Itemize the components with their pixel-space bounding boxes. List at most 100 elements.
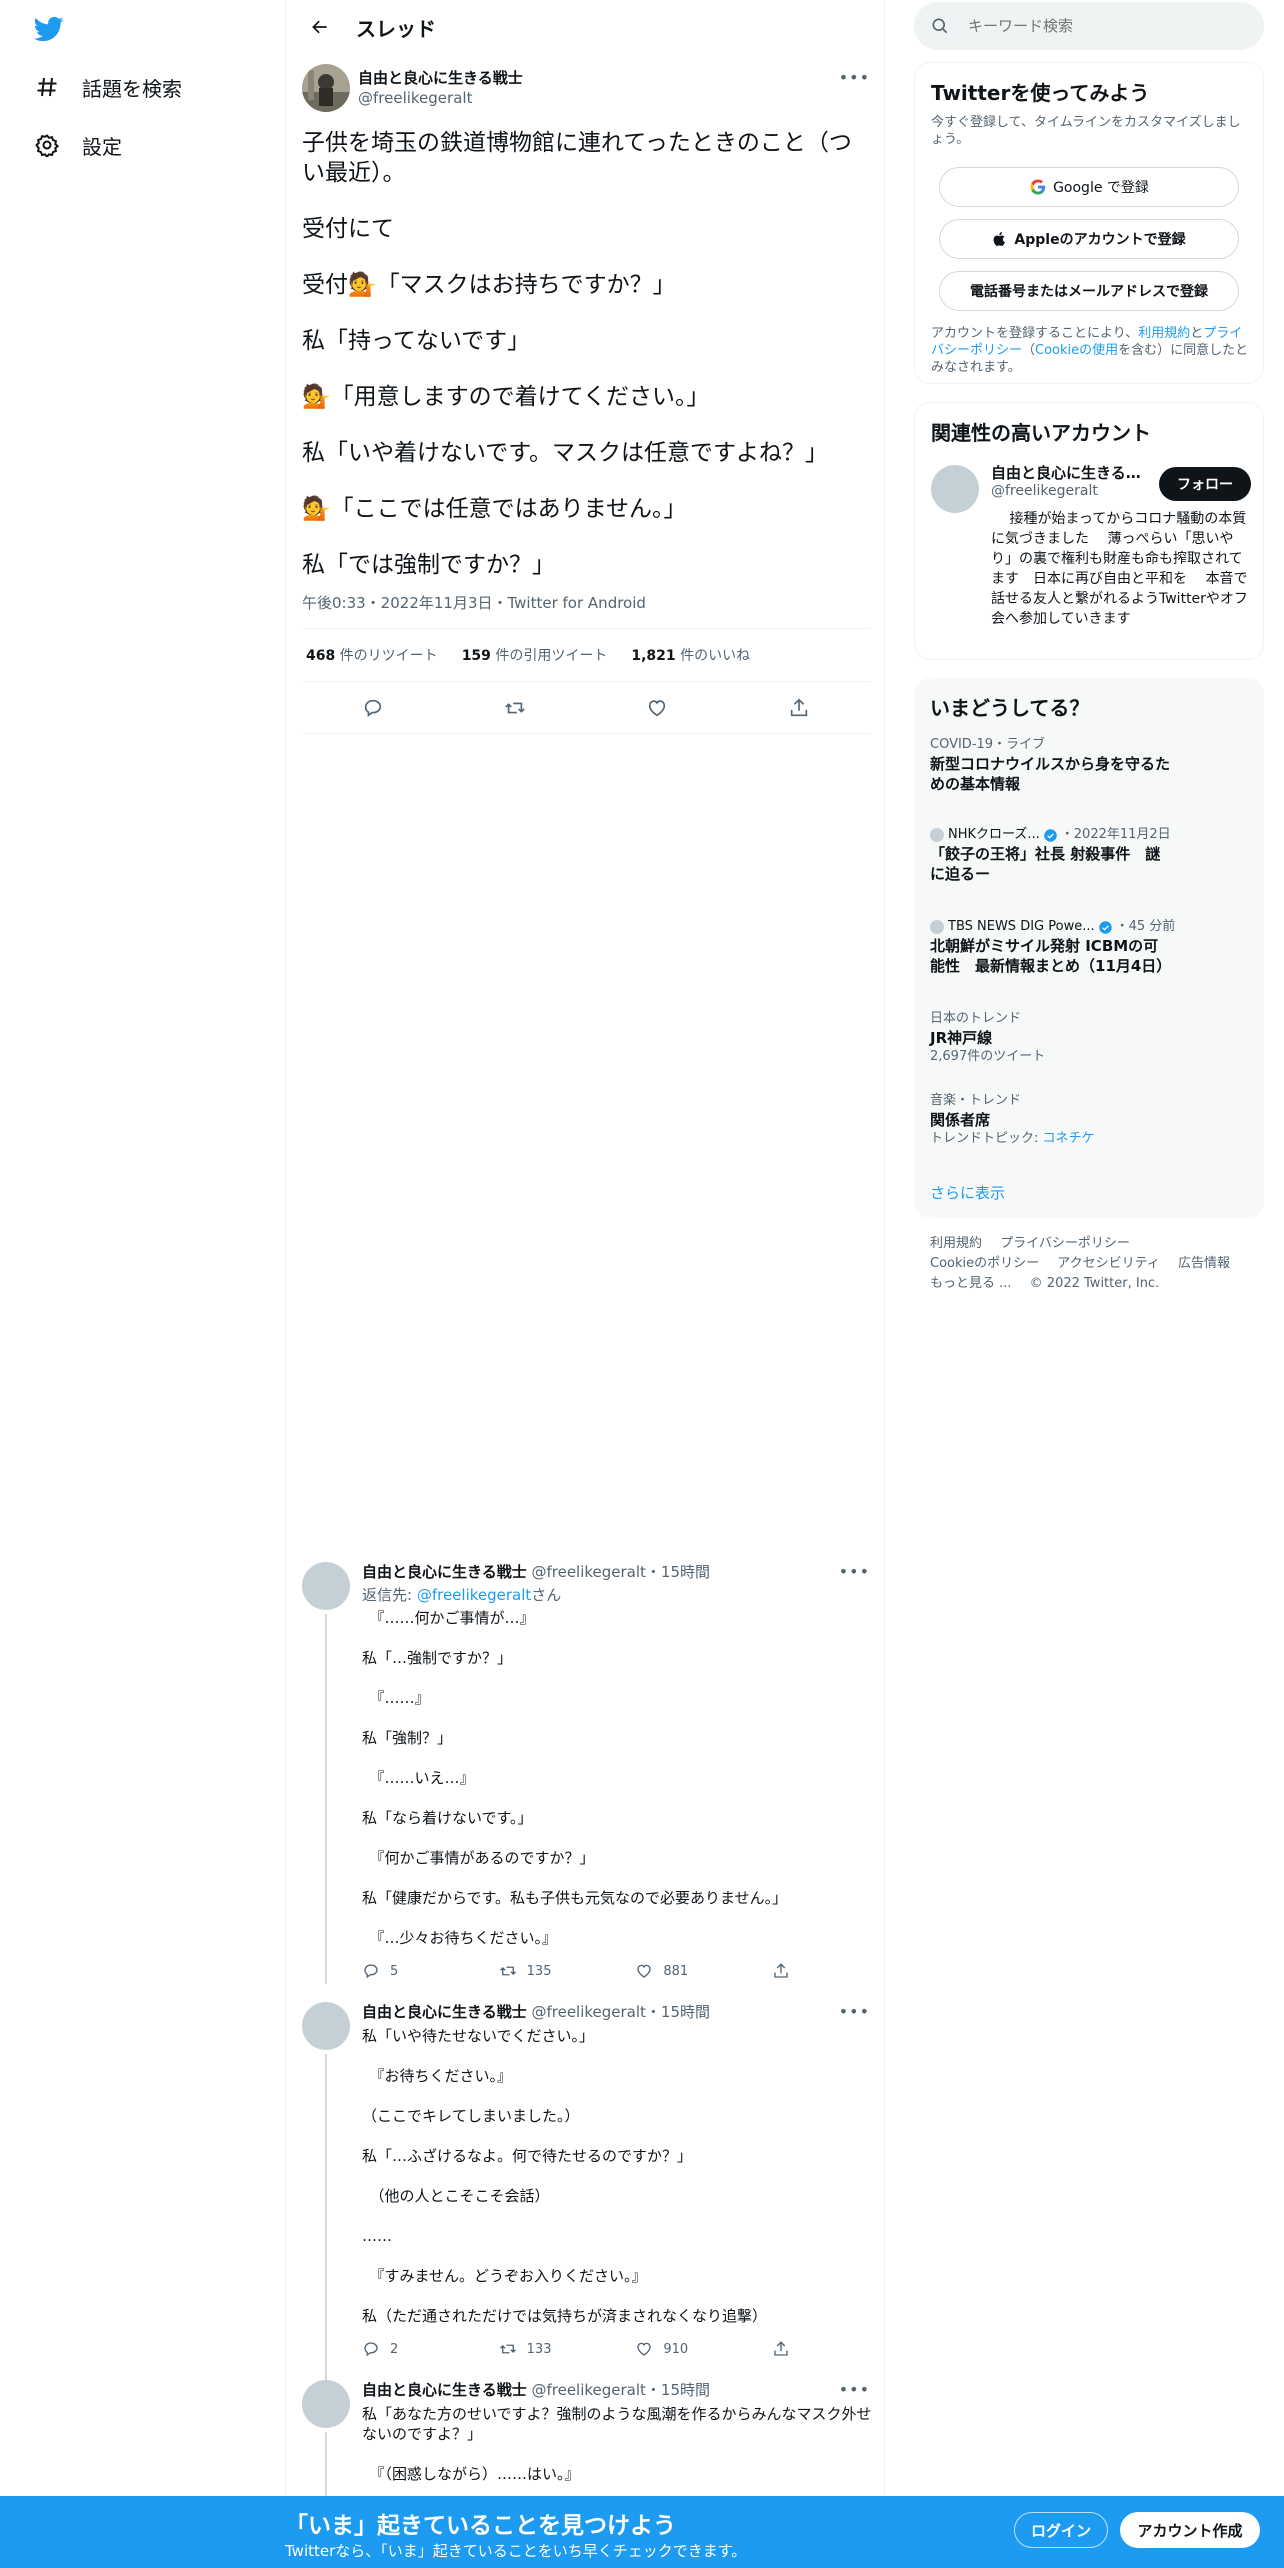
- reply-author-name[interactable]: 自由と良心に生きる戦士: [362, 1563, 527, 1581]
- share-icon[interactable]: [772, 2340, 792, 2358]
- related-accounts-card: 関連性の高いアカウント 自由と良心に生きる... @freelikegeralt…: [914, 402, 1264, 660]
- retweet-count: 135: [526, 1963, 552, 1979]
- reply-line: 私「健康だからです。私も子供も元気なので必要ありません。」: [362, 1889, 788, 1907]
- trend-source: TBS NEWS DIG Powe...: [948, 919, 1095, 934]
- reply-line: 『（困惑しながら）……はい。』: [362, 2465, 580, 2483]
- trend-meta: COVID-19・ライブ: [930, 737, 1046, 752]
- twitter-logo-icon[interactable]: [32, 14, 66, 44]
- apple-signup-button[interactable]: Appleのアカウントで登録: [939, 219, 1239, 259]
- nav-explore[interactable]: 話題を検索: [34, 67, 182, 107]
- retweet-button[interactable]: 133: [499, 2340, 569, 2358]
- reply-icon[interactable]: [358, 693, 388, 723]
- footer-terms-link[interactable]: 利用規約: [930, 1236, 982, 1251]
- reply-line: 私「強制？」: [362, 1729, 453, 1747]
- avatar[interactable]: [302, 1562, 350, 1610]
- tweet-paragraph: 受付にて: [302, 216, 394, 242]
- reply-button[interactable]: 2: [362, 2340, 432, 2358]
- more-options-icon[interactable]: •••: [839, 1562, 870, 1581]
- terms-link[interactable]: 利用規約: [1138, 326, 1190, 341]
- quote-stat-label: 件の引用ツイート: [490, 648, 608, 664]
- follow-button[interactable]: フォロー: [1159, 467, 1251, 501]
- google-signup-button[interactable]: Google で登録: [939, 167, 1239, 207]
- footer-accessibility-link[interactable]: アクセシビリティ: [1057, 1256, 1160, 1271]
- like-icon[interactable]: [642, 693, 672, 723]
- cookie-link[interactable]: Cookieの使用: [1035, 343, 1118, 358]
- signup-title: Twitterを使ってみよう: [931, 81, 1150, 105]
- reply-tweet[interactable]: 自由と良心に生きる戦士 @freelikegeralt・15時間 ••• 私「あ…: [286, 2380, 886, 2496]
- trend-title: 新型コロナウイルスから身を守るための基本情報: [930, 755, 1171, 793]
- reply-author-name[interactable]: 自由と良心に生きる戦士: [362, 2003, 527, 2021]
- reply-text: 私「あなた方のせいですよ？強制のような風潮を作るからみんなマスク外せないのですよ…: [362, 2404, 872, 2504]
- quote-stat[interactable]: 159 件の引用ツイート: [462, 645, 608, 665]
- trend-item[interactable]: COVID-19・ライブ 新型コロナウイルスから身を守るための基本情報: [930, 736, 1248, 794]
- search-input[interactable]: [968, 17, 1248, 35]
- tweet-author[interactable]: 自由と良心に生きる戦士 @freelikegeralt •••: [302, 64, 870, 112]
- trend-item[interactable]: TBS NEWS DIG Powe... ・45 分前 北朝鮮がミサイル発射 I…: [930, 918, 1248, 976]
- reply-text: 私「いや待たせないでください。」 『お待ちください。』 （ここでキレてしまいまし…: [362, 2026, 872, 2346]
- avatar[interactable]: [931, 465, 979, 513]
- avatar[interactable]: [302, 2002, 350, 2050]
- trend-date: ・45 分前: [1115, 919, 1176, 934]
- apple-icon: [994, 232, 1006, 246]
- retweet-stat[interactable]: 468 件のリツイート: [306, 645, 438, 665]
- thread-column: スレッド 自由と良心に生きる戦士 @freelikegeralt ••• 子供を…: [285, 0, 885, 2568]
- author-name: 自由と良心に生きる戦士: [358, 69, 523, 87]
- trend-meta: NHKクローズ... ・2022年11月2日: [930, 826, 1248, 844]
- reply-tweet[interactable]: 自由と良心に生きる戦士 @freelikegeralt・15時間 ••• 返信先…: [286, 1562, 886, 1984]
- like-stat[interactable]: 1,821 件のいいね: [631, 645, 750, 665]
- back-arrow-icon[interactable]: [300, 7, 340, 47]
- tweet-paragraph: 子供を埼玉の鉄道博物館に連れてったときのこと（つい最近）。: [302, 130, 852, 186]
- retweet-icon[interactable]: [500, 693, 530, 723]
- more-options-icon[interactable]: •••: [839, 2002, 870, 2021]
- nav-settings[interactable]: 設定: [34, 125, 122, 165]
- reply-line: 『……』: [362, 1689, 430, 1707]
- reply-text: 『……何かご事情が…』 私「…強制ですか？」 『……』 私「強制？」 『……いえ…: [362, 1608, 872, 1968]
- login-button[interactable]: ログイン: [1014, 2512, 1108, 2548]
- share-icon[interactable]: [772, 1962, 792, 1980]
- tweet-actions: [302, 682, 870, 734]
- trend-item[interactable]: 音楽・トレンド 関係者席 トレンドトピック: コネチケ: [930, 1092, 1248, 1148]
- trend-item[interactable]: NHKクローズ... ・2022年11月2日 「餃子の王将」社長 射殺事件 謎に…: [930, 826, 1248, 884]
- tweet-timestamp[interactable]: 午後0:33・2022年11月3日・Twitter for Android: [302, 592, 646, 613]
- reply-to-handle[interactable]: @freelikegeralt: [417, 1586, 531, 1604]
- create-account-button[interactable]: アカウント作成: [1120, 2512, 1260, 2548]
- verified-badge-icon: [1098, 920, 1112, 934]
- tweet-stats: 468 件のリツイート 159 件の引用ツイート 1,821 件のいいね: [302, 628, 870, 682]
- trend-topic-link[interactable]: コネチケ: [1043, 1131, 1095, 1146]
- legal-text: と: [1190, 326, 1204, 341]
- trend-source: NHKクローズ...: [948, 827, 1040, 842]
- related-account-name[interactable]: 自由と良心に生きる...: [991, 463, 1141, 483]
- search-bar[interactable]: [914, 2, 1264, 50]
- footer-more-link[interactable]: もっと見る ...: [930, 1276, 1012, 1291]
- footer-privacy-link[interactable]: プライバシーポリシー: [1000, 1236, 1130, 1251]
- phone-email-signup-label: 電話番号またはメールアドレスで登録: [970, 284, 1208, 300]
- nav-settings-label: 設定: [82, 134, 122, 159]
- footer-ads-link[interactable]: 広告情報: [1178, 1256, 1230, 1271]
- avatar[interactable]: [302, 2380, 350, 2428]
- show-more-link[interactable]: さらに表示: [930, 1182, 1005, 1203]
- like-button[interactable]: 881: [635, 1962, 705, 1980]
- retweet-count: 468: [306, 648, 336, 664]
- reply-author-name[interactable]: 自由と良心に生きる戦士: [362, 2381, 527, 2399]
- reply-button[interactable]: 5: [362, 1962, 432, 1980]
- more-options-icon[interactable]: •••: [839, 68, 870, 87]
- more-options-icon[interactable]: •••: [839, 2380, 870, 2399]
- like-button[interactable]: 910: [635, 2340, 705, 2358]
- trend-title: 「餃子の王将」社長 射殺事件 謎に迫るー: [930, 845, 1161, 883]
- reply-count: 5: [390, 1963, 399, 1979]
- tweet-paragraph: 受付💁「マスクはお持ちですか？」: [302, 272, 676, 298]
- reply-handle-time: @freelikegeralt・15時間: [526, 1563, 711, 1581]
- reply-tweet[interactable]: 自由と良心に生きる戦士 @freelikegeralt・15時間 ••• 私「い…: [286, 2002, 886, 2410]
- sidebar-footer: 利用規約 プライバシーポリシー Cookieのポリシー アクセシビリティ 広告情…: [930, 1234, 1260, 1294]
- trend-item[interactable]: 日本のトレンド JR神戸線 2,697件のツイート: [930, 1010, 1248, 1066]
- reply-line: （ここでキレてしまいました。）: [362, 2107, 580, 2125]
- footer-cookie-link[interactable]: Cookieのポリシー: [930, 1256, 1039, 1271]
- like-icon: [637, 1964, 651, 1978]
- avatar[interactable]: [302, 64, 350, 112]
- like-stat-label: 件のいいね: [675, 648, 751, 664]
- bottom-signup-bar: 「いま」起きていることを見つけよう Twitterなら、「いま」起きていることを…: [0, 2496, 1284, 2568]
- phone-email-signup-button[interactable]: 電話番号またはメールアドレスで登録: [939, 271, 1239, 311]
- retweet-button[interactable]: 135: [499, 1962, 569, 1980]
- share-icon[interactable]: [784, 693, 814, 723]
- trends-title: いまどうしてる？: [930, 696, 1090, 720]
